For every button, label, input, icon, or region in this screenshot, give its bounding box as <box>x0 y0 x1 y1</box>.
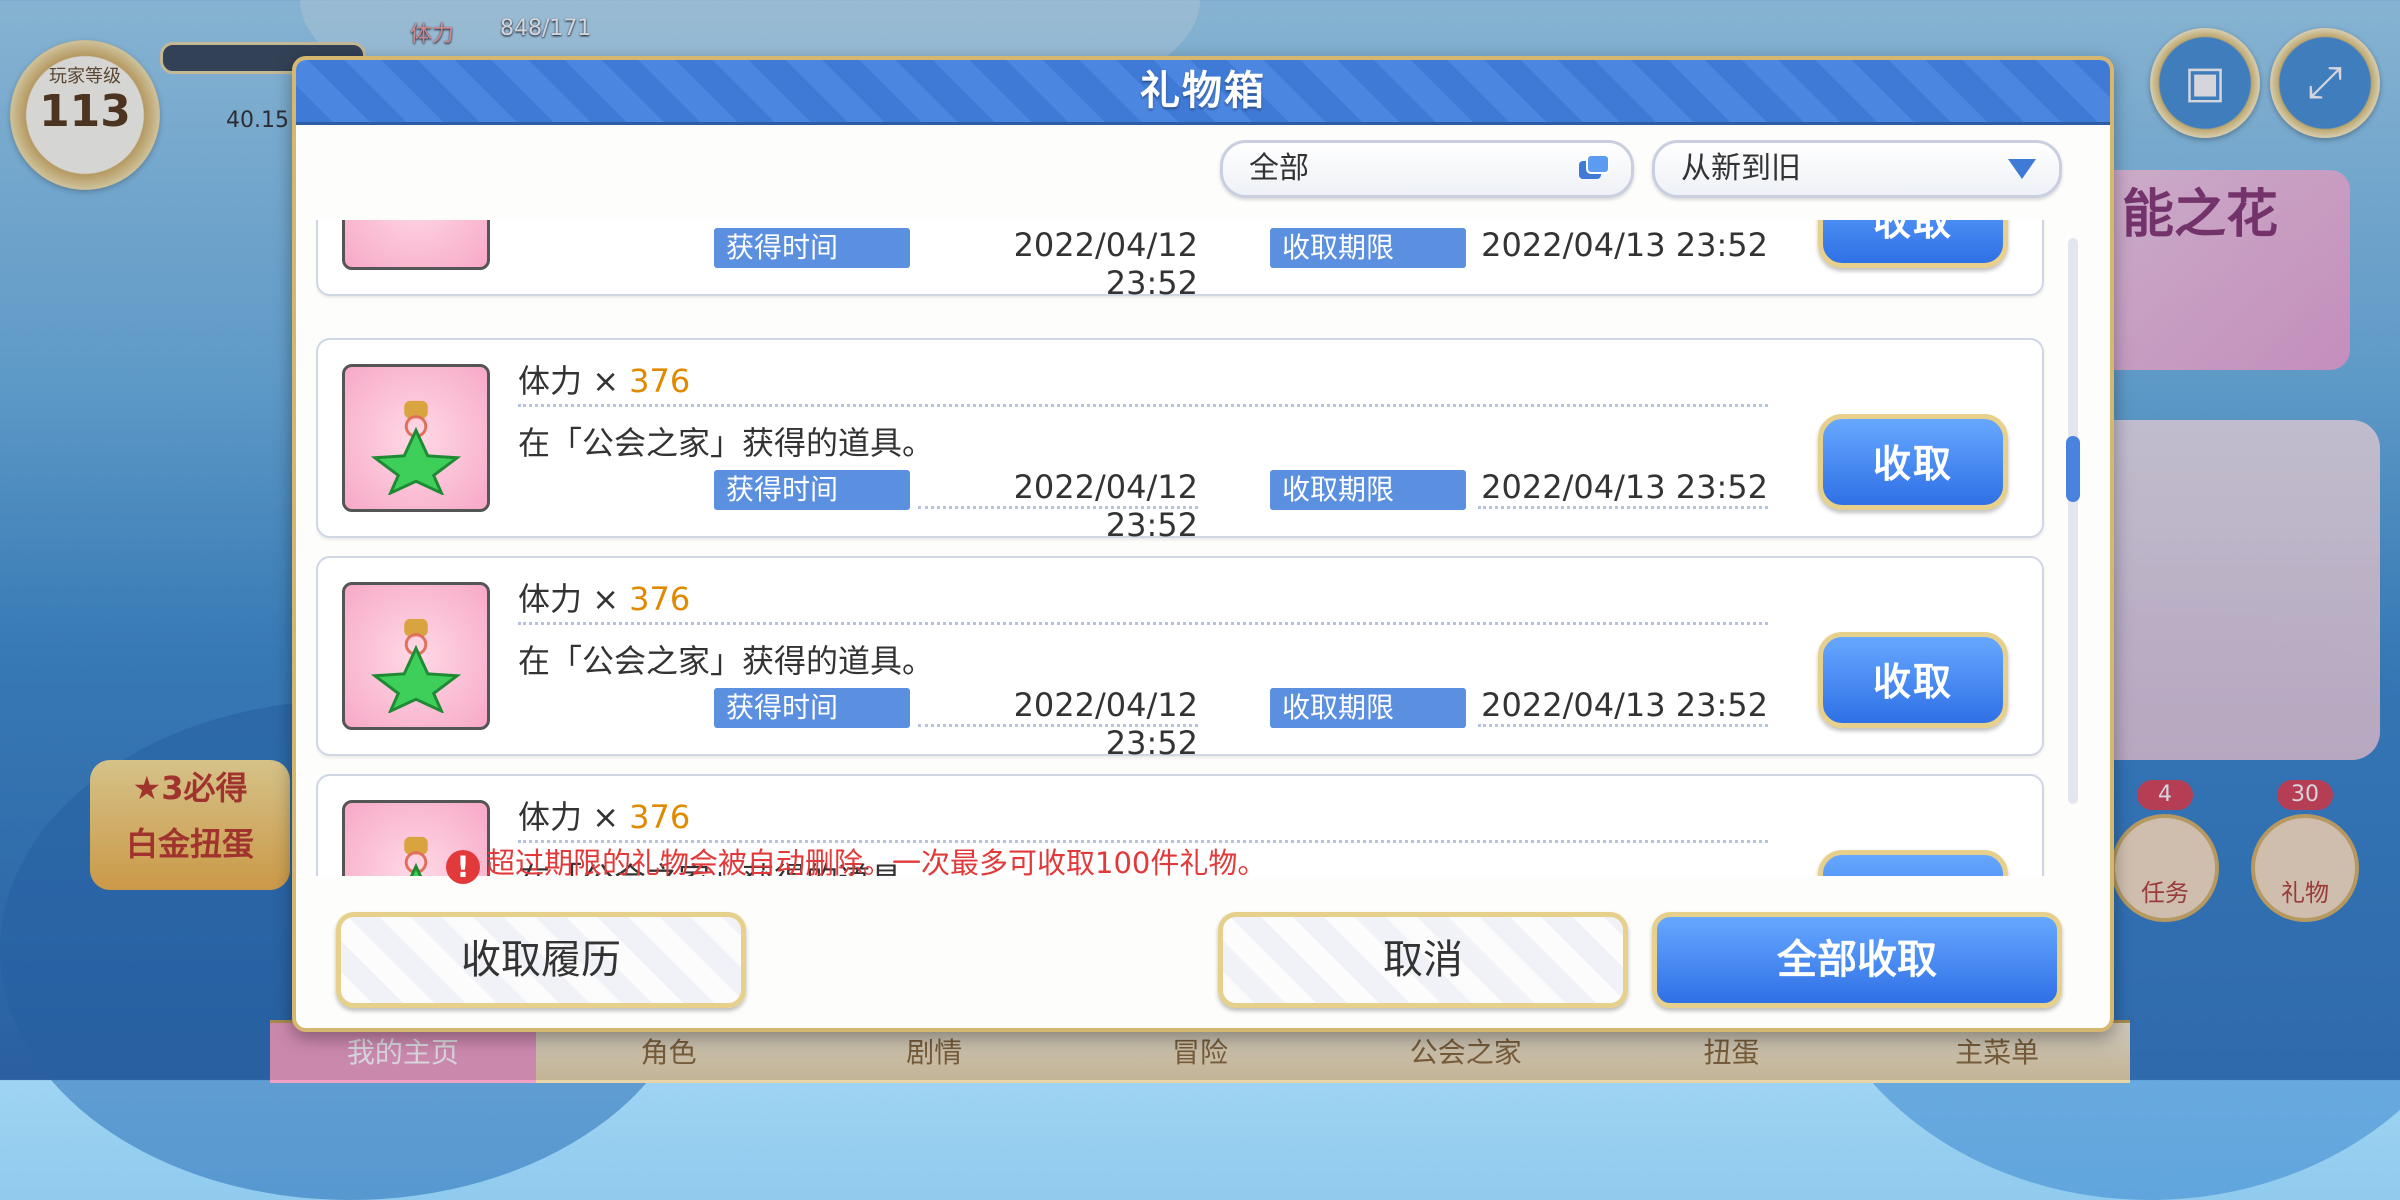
copy-icon <box>1579 154 1610 179</box>
expire-time-value: 2022/04/13 23:52 <box>1481 226 1768 264</box>
gift-name: 体力 × 376 <box>518 574 690 620</box>
gift-description: 在「公会之家」获得的道具。 <box>518 424 935 462</box>
sort-value: 从新到旧 <box>1681 151 1801 186</box>
claim-button[interactable]: 收取 <box>1818 220 2008 268</box>
gift-name-text: 体力 <box>518 362 583 400</box>
warning-icon: ! <box>446 850 480 884</box>
scrollbar-thumb[interactable] <box>2066 436 2080 502</box>
gift-quantity: 376 <box>629 362 691 400</box>
gift-name-text: 体力 <box>518 798 583 836</box>
expire-time-value: 2022/04/13 23:52 <box>1481 468 1768 506</box>
gift-description: 在「公会之家」获得的道具。 <box>518 642 935 680</box>
filter-dropdown[interactable]: 全部 <box>1220 140 1634 198</box>
gift-quantity: 376 <box>629 798 691 836</box>
gift-row: 获得时间 2022/04/12 23:52 收取期限 2022/04/13 23… <box>316 220 2044 302</box>
obtained-time-tag: 获得时间 <box>714 688 910 728</box>
stamina-potion-icon <box>342 582 490 730</box>
filter-value: 全部 <box>1249 151 1309 186</box>
green-star-potion-icon <box>370 400 462 495</box>
divider <box>918 506 1198 509</box>
divider <box>518 404 1768 407</box>
scrollbar-track[interactable] <box>2068 238 2078 804</box>
sort-dropdown[interactable]: 从新到旧 <box>1652 140 2062 198</box>
stamina-potion-icon <box>342 220 490 270</box>
gift-name: 体力 × 376 <box>518 792 690 838</box>
claim-button[interactable]: 收取 <box>1818 850 2008 876</box>
gift-box-dialog: 礼物箱 全部 从新到旧 获得时间 2022/04/12 23:52 收取期限 2… <box>292 56 2114 1032</box>
obtained-time-tag: 获得时间 <box>714 470 910 510</box>
divider <box>1478 724 1768 727</box>
expiry-notice: ! 超过期限的礼物会被自动删除。一次最多可收取100件礼物。 <box>446 840 1266 884</box>
gift-row: 体力 × 376 在「公会之家」获得的道具。 获得时间 2022/04/12 2… <box>316 338 2044 544</box>
gift-list[interactable]: 获得时间 2022/04/12 23:52 收取期限 2022/04/13 23… <box>316 220 2086 876</box>
green-star-potion-icon <box>370 618 462 713</box>
stamina-potion-icon <box>342 364 490 512</box>
expire-time-value: 2022/04/13 23:52 <box>1481 686 1768 724</box>
claim-button[interactable]: 收取 <box>1818 414 2008 510</box>
gift-times: × <box>592 580 619 618</box>
expire-time-tag: 收取期限 <box>1270 228 1466 268</box>
divider <box>918 724 1198 727</box>
claim-button[interactable]: 收取 <box>1818 632 2008 728</box>
expire-time-tag: 收取期限 <box>1270 688 1466 728</box>
expiry-notice-text: 超过期限的礼物会被自动删除。一次最多可收取100件礼物。 <box>486 846 1267 880</box>
gift-times: × <box>592 798 619 836</box>
gift-name-text: 体力 <box>518 580 583 618</box>
chevron-down-icon <box>2008 159 2036 179</box>
expire-time-tag: 收取期限 <box>1270 470 1466 510</box>
obtained-time-value: 2022/04/12 23:52 <box>1013 226 1198 302</box>
dialog-header: 礼物箱 <box>296 60 2110 125</box>
gift-name: 体力 × 376 <box>518 356 690 402</box>
claim-all-button[interactable]: 全部收取 <box>1652 912 2062 1008</box>
gift-row: 体力 × 376 在「公会之家」获得的道具。 获得时间 2022/04/12 2… <box>316 556 2044 762</box>
divider <box>1478 506 1768 509</box>
divider <box>518 622 1768 625</box>
obtained-time-tag: 获得时间 <box>714 228 910 268</box>
claim-history-button[interactable]: 收取履历 <box>336 912 746 1008</box>
gift-quantity: 376 <box>629 580 691 618</box>
cancel-button[interactable]: 取消 <box>1218 912 1628 1008</box>
dialog-title: 礼物箱 <box>1140 68 1266 114</box>
gift-times: × <box>592 362 619 400</box>
